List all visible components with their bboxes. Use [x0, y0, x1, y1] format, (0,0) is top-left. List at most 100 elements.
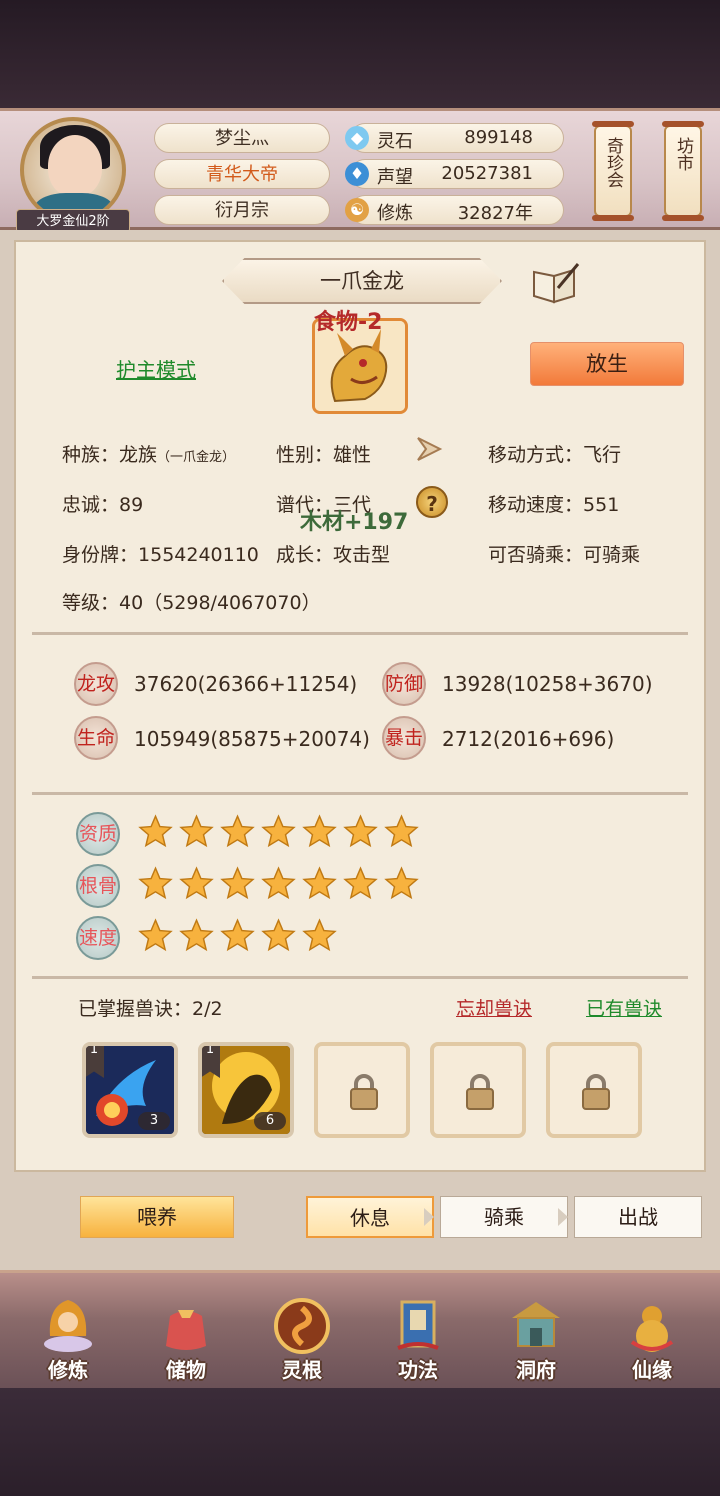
ride-label: 可否骑乘：: [488, 544, 584, 566]
food-popup: 食物-2: [314, 310, 383, 335]
growth-attr: 成长：攻击型: [276, 540, 390, 567]
player-sect: 衍月宗: [154, 195, 330, 225]
nav-cultivate[interactable]: 修炼: [20, 1292, 116, 1388]
level-value: 40（5298/4067070）: [119, 592, 321, 614]
wood-popup: 木材+197: [300, 510, 409, 535]
stat-value: 20527381: [441, 163, 533, 184]
player-title: 青华大帝: [154, 159, 330, 189]
skill-slot-locked[interactable]: [430, 1042, 526, 1138]
star-icon: [138, 918, 173, 952]
star-icon: [343, 866, 378, 900]
book-icon[interactable]: [530, 262, 580, 304]
release-button[interactable]: 放生: [530, 342, 684, 386]
speed-label: 移动速度：: [488, 494, 584, 516]
defense-badge: 防御: [382, 662, 426, 706]
divider: [32, 976, 688, 979]
reputation-icon: ♦: [345, 162, 369, 186]
defense-value: 13928(10258+3670): [442, 672, 653, 696]
help-icon[interactable]: ?: [416, 486, 448, 518]
id-value: 1554240110: [138, 544, 259, 566]
divider: [32, 632, 688, 635]
race-sub: 一爪金龙: [170, 450, 223, 465]
growth-label: 成长：: [276, 544, 334, 566]
lock-icon: [466, 1074, 494, 1110]
rideable-attr: 可否骑乘：可骑乘: [488, 540, 640, 567]
skill-count: 3: [138, 1112, 170, 1130]
race-value: 龙族: [119, 444, 158, 466]
arrow-right-icon[interactable]: [414, 434, 444, 464]
guard-mode-link[interactable]: 护主模式: [116, 354, 196, 383]
nav-spirit-root[interactable]: 灵根: [254, 1292, 350, 1388]
star-icon: [302, 866, 337, 900]
tab-battle[interactable]: 出战: [574, 1196, 702, 1238]
nav-label: 功法: [398, 1358, 438, 1382]
skill-slot-locked[interactable]: [314, 1042, 410, 1138]
scripture-book-icon: [397, 1300, 439, 1350]
pet-name-banner[interactable]: 一爪金龙: [222, 258, 502, 304]
speed-stars: [138, 918, 337, 953]
move-type-attr: 移动方式：飞行: [488, 440, 621, 467]
lock-icon: [350, 1074, 378, 1110]
star-icon: [261, 918, 296, 952]
nav-fate[interactable]: 仙缘: [604, 1292, 700, 1388]
star-icon: [261, 814, 296, 848]
race-label: 种族：: [62, 444, 120, 466]
cultivation-stat: ☯ 修炼 32827年: [345, 195, 564, 225]
nav-label: 仙缘: [632, 1358, 672, 1382]
tab-ride[interactable]: 骑乘: [440, 1196, 568, 1238]
stat-value: 32827年: [457, 203, 533, 224]
forget-skill-link[interactable]: 忘却兽诀: [456, 994, 532, 1021]
gourd-icon: [630, 1306, 674, 1352]
nav-label: 储物: [166, 1358, 206, 1382]
star-icon: [220, 866, 255, 900]
star-icon: [384, 866, 419, 900]
star-icon: [220, 918, 255, 952]
level-attr: 等级：40（5298/4067070）: [62, 588, 321, 615]
cave-palace-icon: [512, 1302, 560, 1347]
nav-storage[interactable]: 储物: [138, 1292, 234, 1388]
star-icon: [384, 814, 419, 848]
star-icon: [302, 918, 337, 952]
ride-value: 可骑乘: [583, 544, 641, 566]
loyalty-value: 89: [119, 494, 144, 516]
stat-value: 899148: [464, 127, 533, 148]
stat-label: 修炼: [377, 203, 413, 224]
skill-slot-locked[interactable]: [546, 1042, 642, 1138]
feed-button[interactable]: 喂养: [80, 1196, 234, 1238]
skill-level: 1: [89, 1042, 99, 1057]
avatar-face: [48, 135, 102, 197]
owned-skills-link[interactable]: 已有兽诀: [586, 994, 662, 1021]
star-icon: [179, 814, 214, 848]
stat-label: 灵石: [377, 131, 413, 152]
race-attr: 种族：龙族（一爪金龙）: [62, 444, 236, 466]
skill-slot[interactable]: 1 3: [82, 1042, 178, 1138]
market-button[interactable]: 坊市: [662, 121, 704, 221]
crit-value: 2712(2016+696): [442, 727, 615, 751]
spirit-root-icon: [274, 1298, 330, 1354]
player-name: 梦尘灬: [154, 123, 330, 153]
loyalty-label: 忠诚：: [62, 494, 120, 516]
avatar[interactable]: [20, 117, 126, 223]
move-label: 移动方式：: [488, 444, 584, 466]
skill-slot[interactable]: 1 6: [198, 1042, 294, 1138]
gender-attr: 性别：雄性: [276, 440, 371, 467]
nav-techniques[interactable]: 功法: [370, 1292, 466, 1388]
nav-cave[interactable]: 洞府: [488, 1292, 584, 1388]
crit-badge: 暴击: [382, 716, 426, 760]
star-icon: [302, 814, 337, 848]
star-icon: [179, 866, 214, 900]
move-speed-attr: 移动速度：551: [488, 490, 619, 517]
star-icon: [261, 866, 296, 900]
spirit-stone-stat: ◆ 灵石 899148: [345, 123, 564, 153]
skill-count: 6: [254, 1112, 286, 1130]
star-icon: [179, 918, 214, 952]
treasure-market-button[interactable]: 奇珍会: [592, 121, 634, 221]
top-bar: [0, 0, 720, 108]
nav-label: 修炼: [48, 1358, 88, 1382]
star-icon: [220, 814, 255, 848]
divider: [32, 792, 688, 795]
id-label: 身份牌：: [62, 544, 139, 566]
aptitude-badge: 资质: [76, 812, 120, 856]
tab-rest[interactable]: 休息: [306, 1196, 434, 1238]
speed-value: 551: [583, 494, 620, 516]
